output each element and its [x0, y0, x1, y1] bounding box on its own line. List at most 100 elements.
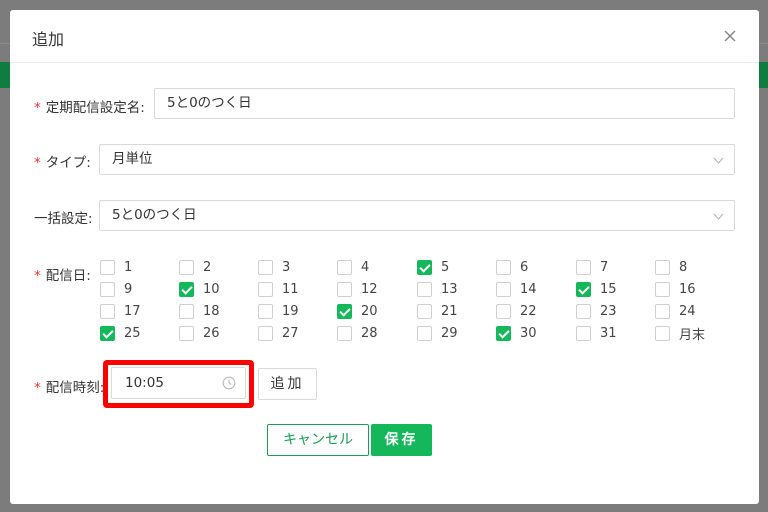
day-checkbox[interactable]: 20 — [337, 303, 378, 319]
name-label-text: 定期配信設定名: — [45, 100, 145, 116]
day-checkbox-label: 20 — [361, 303, 378, 319]
day-checkbox[interactable]: 29 — [417, 325, 458, 341]
check-icon — [417, 259, 432, 275]
day-checkbox[interactable]: 12 — [337, 281, 378, 297]
name-label: * 定期配信設定名: — [34, 96, 145, 116]
day-checkbox[interactable]: 24 — [655, 303, 696, 319]
day-checkbox-label: 29 — [441, 325, 458, 341]
checkbox-box — [258, 281, 273, 297]
checkbox-box — [496, 259, 511, 275]
day-checkbox-label: 19 — [282, 303, 299, 319]
day-checkbox-label: 13 — [441, 281, 458, 297]
day-checkbox-label: 17 — [124, 303, 141, 319]
day-checkbox[interactable]: 15 — [576, 281, 617, 297]
bulk-select[interactable]: 5と0のつく日 — [99, 200, 735, 231]
day-checkbox[interactable]: 13 — [417, 281, 458, 297]
checkbox-box — [576, 325, 591, 341]
close-button[interactable] — [717, 23, 743, 49]
checkbox-box — [655, 259, 670, 275]
required-mark: * — [34, 155, 41, 171]
day-checkbox[interactable]: 3 — [258, 259, 290, 275]
type-select[interactable]: 月単位 — [99, 144, 735, 175]
day-checkbox-label: 15 — [600, 281, 617, 297]
day-checkbox-label: 16 — [679, 281, 696, 297]
day-checkbox[interactable]: 18 — [179, 303, 220, 319]
day-checkbox[interactable]: 27 — [258, 325, 299, 341]
checkbox-box — [655, 325, 670, 341]
day-checkbox[interactable]: 1 — [100, 259, 132, 275]
check-icon — [337, 303, 352, 319]
day-checkbox-label: 30 — [520, 325, 537, 341]
day-checkbox[interactable]: 10 — [179, 281, 220, 297]
day-checkbox-label: 2 — [203, 259, 212, 275]
day-checkbox-label: 31 — [600, 325, 617, 341]
checkbox-box — [576, 259, 591, 275]
name-input[interactable]: 5と0のつく日 — [154, 88, 735, 119]
time-input-value: 10:05 — [125, 375, 164, 391]
type-label-text: タイプ: — [45, 155, 91, 171]
check-icon — [496, 325, 511, 341]
checkbox-box — [179, 303, 194, 319]
day-checkbox-label: 25 — [124, 325, 141, 341]
day-checkbox[interactable]: 5 — [417, 259, 449, 275]
checkbox-box — [655, 303, 670, 319]
add-time-button[interactable]: 追加 — [258, 368, 317, 400]
day-checkbox[interactable]: 30 — [496, 325, 537, 341]
day-checkbox-label: 8 — [679, 259, 688, 275]
checkbox-box — [417, 281, 432, 297]
day-checkbox-label: 月末 — [679, 327, 706, 343]
day-checkbox[interactable]: 17 — [100, 303, 141, 319]
day-checkbox[interactable]: 23 — [576, 303, 617, 319]
day-checkbox[interactable]: 16 — [655, 281, 696, 297]
day-checkbox[interactable]: 26 — [179, 325, 220, 341]
time-label: * 配信時刻: — [34, 376, 104, 396]
day-checkbox[interactable]: 31 — [576, 325, 617, 341]
required-mark: * — [34, 268, 41, 284]
bulk-select-value: 5と0のつく日 — [112, 207, 197, 223]
chevron-down-icon — [713, 213, 724, 220]
day-checkbox[interactable]: 11 — [258, 281, 299, 297]
dialog-header: 追加 — [10, 10, 759, 63]
day-checkbox-label: 10 — [203, 281, 220, 297]
day-checkbox[interactable]: 9 — [100, 281, 132, 297]
type-label: * タイプ: — [34, 151, 91, 171]
day-checkbox-label: 26 — [203, 325, 220, 341]
day-checkbox[interactable]: 6 — [496, 259, 528, 275]
time-label-text: 配信時刻: — [45, 380, 105, 396]
cancel-button[interactable]: キャンセル — [267, 424, 369, 456]
day-checkbox-label: 23 — [600, 303, 617, 319]
days-label-text: 配信日: — [45, 268, 91, 284]
days-label: * 配信日: — [34, 264, 91, 284]
day-checkbox-label: 18 — [203, 303, 220, 319]
day-checkbox[interactable]: 25 — [100, 325, 141, 341]
checkbox-box — [496, 303, 511, 319]
time-input[interactable]: 10:05 — [111, 367, 246, 399]
day-checkbox[interactable]: 8 — [655, 259, 687, 275]
check-icon — [179, 281, 194, 297]
checkbox-box — [417, 303, 432, 319]
day-checkbox-label: 4 — [361, 259, 370, 275]
day-checkbox-label: 14 — [520, 281, 537, 297]
required-mark: * — [34, 380, 41, 396]
checkbox-box — [496, 281, 511, 297]
day-checkbox-label: 11 — [282, 281, 299, 297]
day-checkbox[interactable]: 7 — [576, 259, 608, 275]
day-checkbox[interactable]: 22 — [496, 303, 537, 319]
checkbox-box — [417, 325, 432, 341]
day-checkbox[interactable]: 28 — [337, 325, 378, 341]
day-checkbox[interactable]: 4 — [337, 259, 369, 275]
day-checkbox-label: 9 — [124, 281, 133, 297]
checkbox-box — [179, 259, 194, 275]
day-checkbox-label: 24 — [679, 303, 696, 319]
checkbox-box — [100, 281, 115, 297]
checkbox-box — [655, 281, 670, 297]
day-checkbox-label: 5 — [441, 259, 450, 275]
day-checkbox[interactable]: 2 — [179, 259, 211, 275]
day-checkbox[interactable]: 14 — [496, 281, 537, 297]
checkbox-box — [100, 303, 115, 319]
save-button[interactable]: 保存 — [371, 424, 432, 456]
day-checkbox-label: 27 — [282, 325, 299, 341]
day-checkbox[interactable]: 19 — [258, 303, 299, 319]
day-checkbox[interactable]: 月末 — [655, 325, 706, 343]
day-checkbox[interactable]: 21 — [417, 303, 458, 319]
